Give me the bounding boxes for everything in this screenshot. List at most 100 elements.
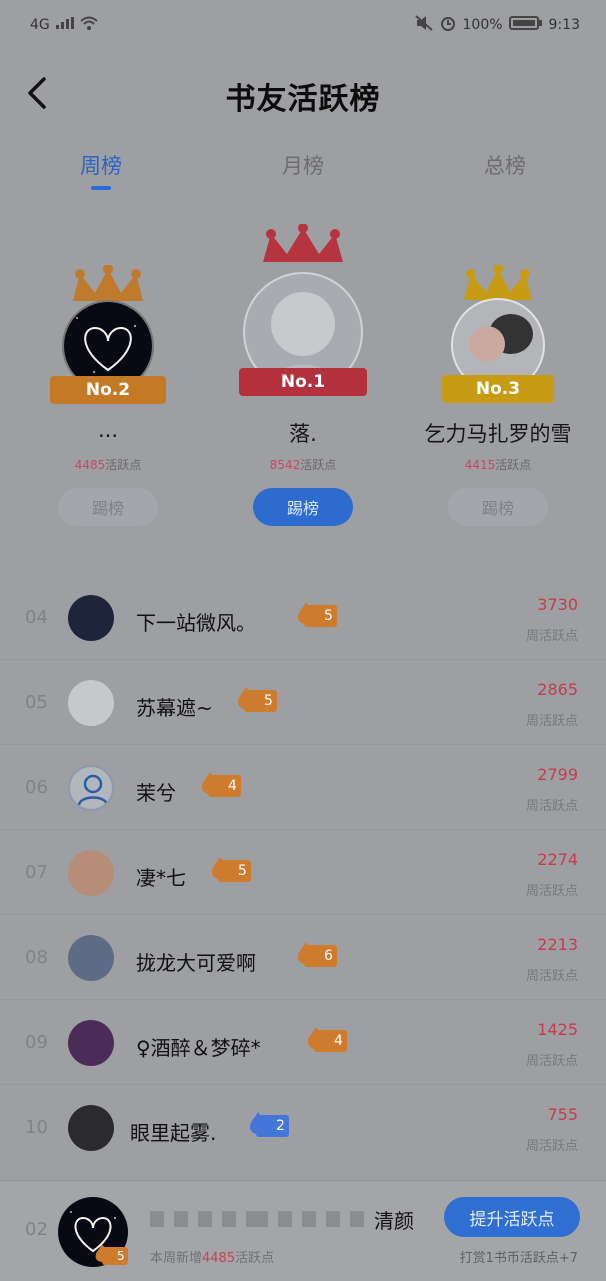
rank-number: 04 bbox=[25, 607, 48, 628]
user-name: 凄*七 bbox=[136, 866, 186, 890]
user-name: 茉兮 bbox=[136, 781, 176, 805]
score: 1425 bbox=[537, 1020, 578, 1039]
points: 8542活跃点 bbox=[269, 458, 337, 472]
level-value: 2 bbox=[276, 1118, 285, 1134]
list-item[interactable]: 04 下一站微风。 5 3730 周活跃点 bbox=[0, 575, 606, 660]
nickname: ... bbox=[97, 418, 119, 442]
level-value: 5 bbox=[238, 863, 247, 879]
user-name: 下一站微风。 bbox=[136, 611, 256, 635]
user-name: 眼里起雾. bbox=[130, 1121, 217, 1145]
podium: No.2 ... 4485活跃点 踢榜 No.1 落. 8542活跃点 踢榜 N… bbox=[0, 198, 606, 560]
avatar[interactable] bbox=[68, 765, 114, 811]
boost-activity-button[interactable]: 提升活跃点 bbox=[444, 1197, 580, 1237]
score-label: 周活跃点 bbox=[525, 1139, 578, 1154]
tab-total[interactable]: 总榜 bbox=[404, 140, 606, 198]
rank-badge-3: No.3 bbox=[442, 375, 554, 403]
default-user-icon bbox=[77, 774, 109, 806]
rank-number: 08 bbox=[25, 947, 48, 968]
list-item[interactable]: 08 拢龙大可爱啊 6 2213 周活跃点 bbox=[0, 915, 606, 1000]
my-rank-number: 02 bbox=[25, 1219, 48, 1240]
rank-number: 09 bbox=[25, 1032, 48, 1053]
list-item[interactable]: 10 眼里起雾. 2 755 周活跃点 bbox=[0, 1085, 606, 1169]
wifi-icon bbox=[80, 16, 98, 34]
level-value: 5 bbox=[117, 1249, 125, 1263]
rank-number: 10 bbox=[25, 1117, 48, 1138]
list-item[interactable]: 05 苏幕遮~ 5 2865 周活跃点 bbox=[0, 660, 606, 745]
battery-icon bbox=[508, 16, 543, 34]
level-value: 6 bbox=[324, 948, 333, 964]
list-item[interactable]: 06 茉兮 4 2799 周活跃点 bbox=[0, 745, 606, 830]
level-value: 5 bbox=[264, 693, 273, 709]
rank-badge-2: No.2 bbox=[50, 376, 166, 404]
status-bar: 4G 100% 9:13 bbox=[0, 0, 606, 50]
score-label: 周活跃点 bbox=[525, 884, 578, 899]
rank-number: 05 bbox=[25, 692, 48, 713]
flame-icon bbox=[238, 687, 254, 709]
list-item[interactable]: 07 凄*七 5 2274 周活跃点 bbox=[0, 830, 606, 915]
flame-icon bbox=[250, 1112, 266, 1134]
level-badge: 4 bbox=[308, 1027, 347, 1052]
rank-badge-1: No.1 bbox=[239, 368, 367, 396]
level-value: 4 bbox=[334, 1033, 343, 1049]
user-name: 苏幕遮~ bbox=[136, 696, 213, 720]
tab-monthly[interactable]: 月榜 bbox=[202, 140, 404, 198]
score: 2274 bbox=[537, 850, 578, 869]
flame-icon bbox=[202, 772, 218, 794]
battery-percent: 100% bbox=[462, 17, 503, 33]
tab-bar: 周榜 月榜 总榜 bbox=[0, 140, 606, 198]
user-name: 拢龙大可爱啊 bbox=[136, 951, 256, 975]
status-left: 4G bbox=[30, 16, 98, 34]
avatar[interactable] bbox=[68, 1105, 114, 1151]
avatar[interactable] bbox=[68, 1020, 114, 1066]
level-value: 5 bbox=[324, 608, 333, 624]
tab-weekly[interactable]: 周榜 bbox=[0, 140, 202, 198]
rank-second: No.2 ... 4485活跃点 踢榜 bbox=[23, 198, 193, 538]
crown-icon bbox=[263, 224, 343, 262]
user-name: ♀酒醉＆梦碎* bbox=[136, 1036, 261, 1060]
list-item[interactable]: 09 ♀酒醉＆梦碎* 4 1425 周活跃点 bbox=[0, 1000, 606, 1085]
avatar[interactable] bbox=[68, 850, 114, 896]
points: 4485活跃点 bbox=[74, 458, 142, 472]
rank-number: 07 bbox=[25, 862, 48, 883]
nickname: 乞力马扎罗的雪 bbox=[424, 422, 572, 446]
level-badge: 5 bbox=[238, 687, 277, 712]
flame-icon bbox=[95, 1244, 109, 1262]
kick-button[interactable]: 踢榜 bbox=[448, 488, 548, 526]
blurred-name-mask bbox=[150, 1211, 364, 1227]
signal-icon bbox=[55, 17, 74, 33]
alarm-icon bbox=[439, 14, 457, 36]
clock-time: 9:13 bbox=[548, 17, 580, 33]
level-value: 4 bbox=[228, 778, 237, 794]
rank-third: No.3 乞力马扎罗的雪 4415活跃点 踢榜 bbox=[413, 198, 583, 538]
avatar[interactable] bbox=[68, 935, 114, 981]
avatar[interactable] bbox=[68, 595, 114, 641]
avatar[interactable] bbox=[68, 680, 114, 726]
my-name: 清颜 bbox=[374, 1209, 414, 1233]
page-title: 书友活跃榜 bbox=[225, 82, 381, 117]
level-badge: 4 bbox=[202, 772, 241, 797]
reward-tip: 打赏1书币活跃点+7 bbox=[459, 1251, 578, 1266]
points: 4415活跃点 bbox=[464, 458, 532, 472]
score-label: 周活跃点 bbox=[525, 714, 578, 729]
my-rank-bar: 02 5 清颜 本周新增4485活跃点 提升活跃点 打赏1书币活跃点+7 bbox=[0, 1180, 606, 1281]
score: 3730 bbox=[537, 595, 578, 614]
score: 2799 bbox=[537, 765, 578, 784]
status-right: 100% 9:13 bbox=[414, 14, 580, 36]
score-label: 周活跃点 bbox=[525, 969, 578, 984]
mute-icon bbox=[414, 15, 433, 35]
nickname: 落. bbox=[289, 422, 317, 446]
score: 2865 bbox=[537, 680, 578, 699]
flame-icon bbox=[298, 602, 314, 624]
flame-icon bbox=[308, 1027, 324, 1049]
score-label: 周活跃点 bbox=[525, 1054, 578, 1069]
score: 2213 bbox=[537, 935, 578, 954]
flame-icon bbox=[212, 857, 228, 879]
header: 书友活跃榜 bbox=[0, 50, 606, 140]
kick-button[interactable]: 踢榜 bbox=[253, 488, 353, 526]
my-level-badge: 5 bbox=[95, 1244, 128, 1265]
my-weekly-points: 本周新增4485活跃点 bbox=[150, 1251, 275, 1266]
score: 755 bbox=[547, 1105, 578, 1124]
kick-button[interactable]: 踢榜 bbox=[58, 488, 158, 526]
rank-first: No.1 落. 8542活跃点 踢榜 bbox=[218, 198, 388, 538]
flame-icon bbox=[298, 942, 314, 964]
